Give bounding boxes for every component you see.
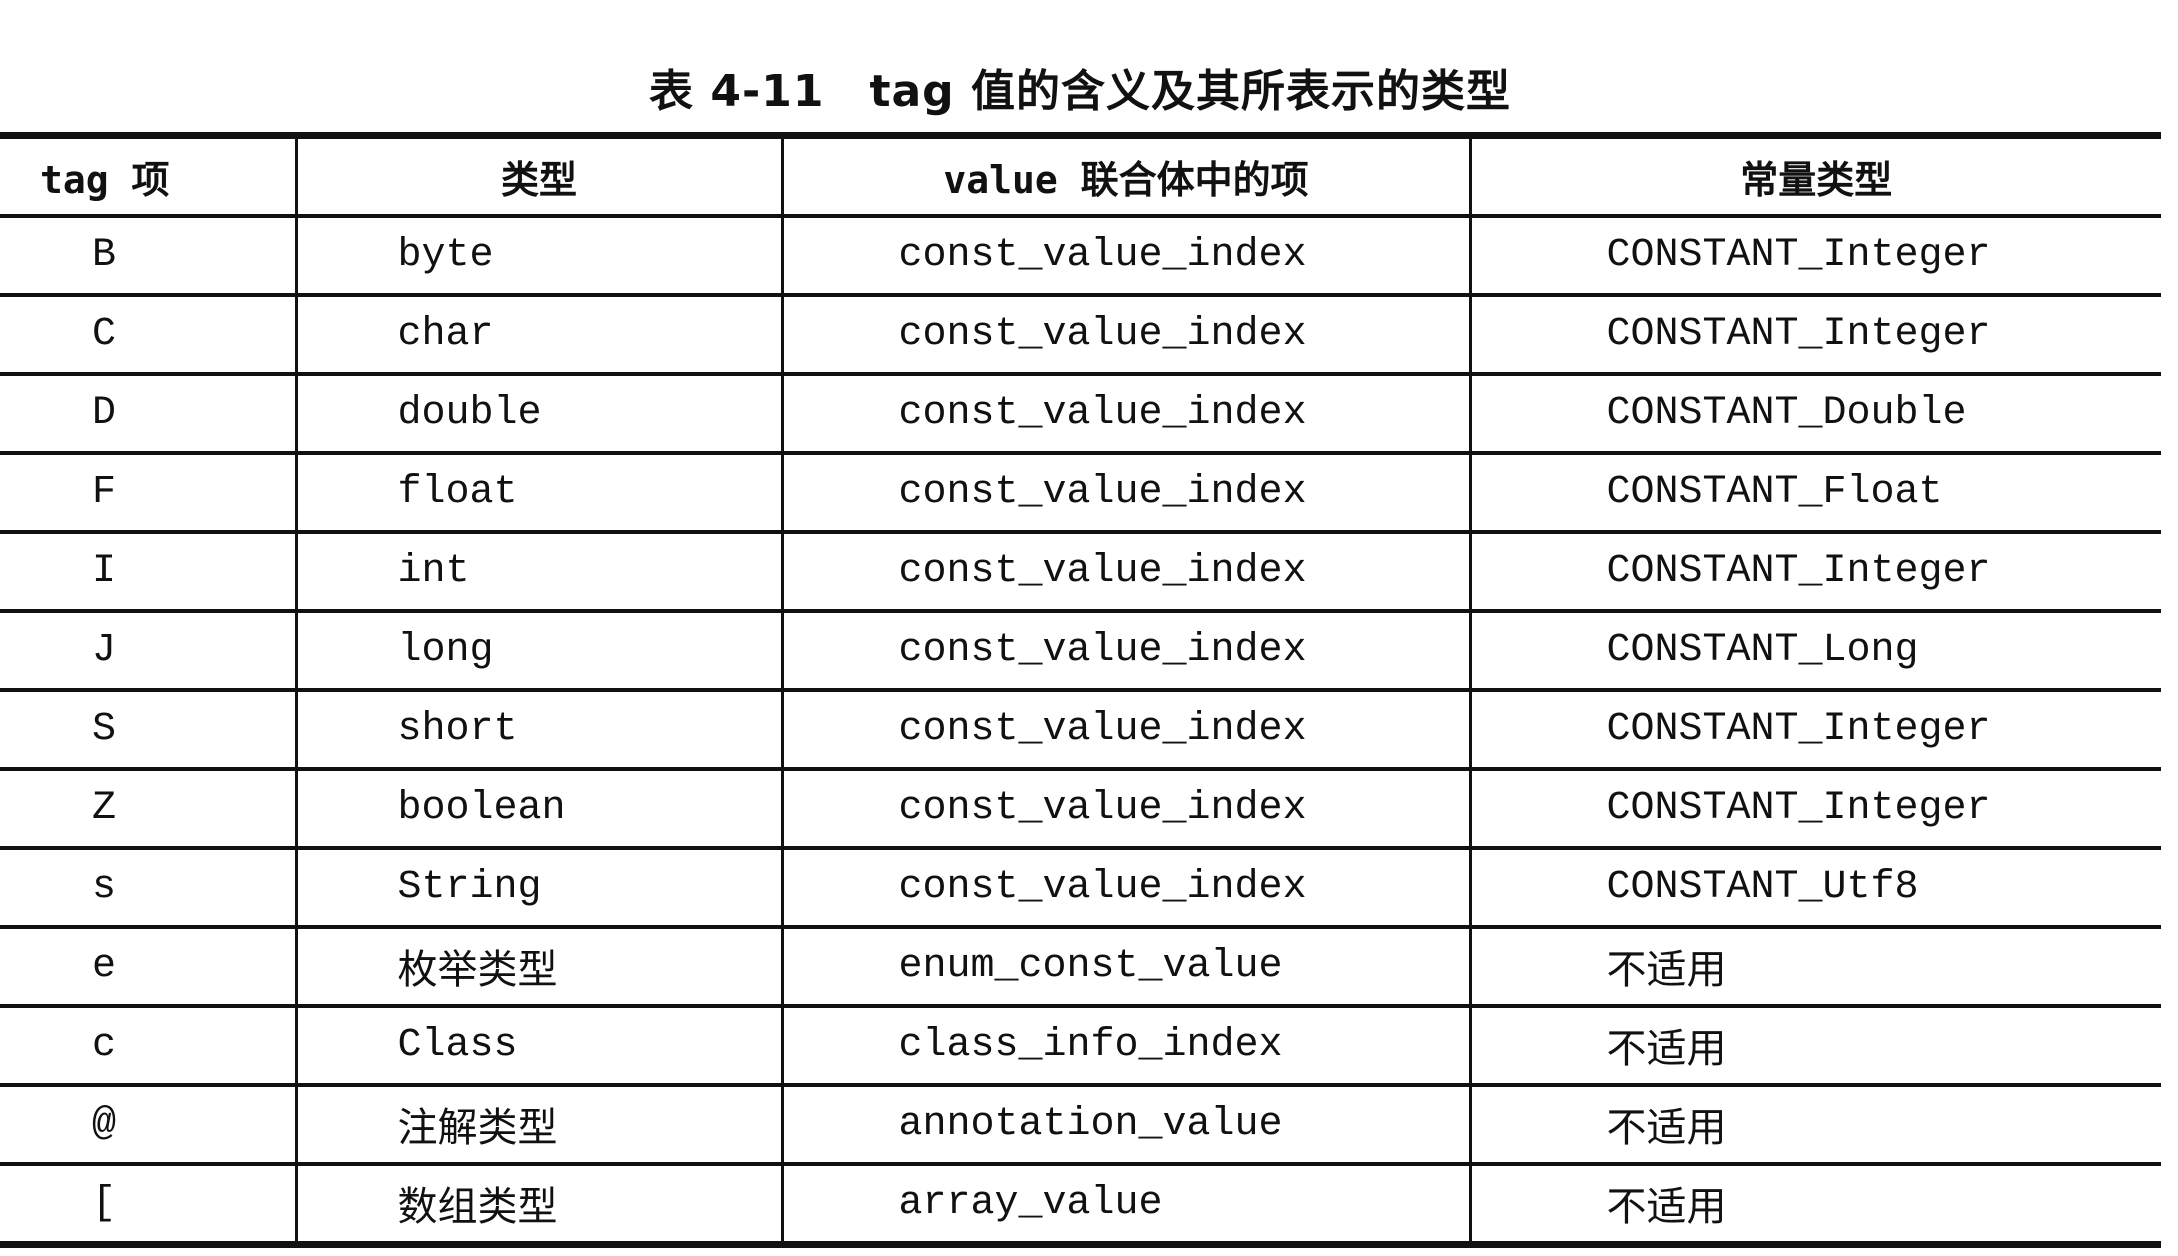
cell-tag: I — [0, 532, 296, 613]
cell-tag: [ — [92, 1181, 117, 1226]
cell-tag: B — [0, 216, 296, 297]
cell-constant-type: CONSTANT_Double — [1468, 374, 2161, 455]
cell-value-item: const_value_index — [780, 611, 1470, 692]
header-constant-type: 常量类型 — [1468, 135, 2161, 218]
cell-value-item: class_info_index — [780, 1006, 1470, 1087]
table-row: Sshort const_value_index CONSTANT_Integer — [0, 690, 2161, 771]
cell-value-item: const_value_index — [780, 295, 1470, 376]
cell-constant-type: 不适用 — [1468, 927, 2161, 1008]
table-row: c Class class_info_index 不适用 — [0, 1006, 2161, 1087]
cell-value-item: annotation_value — [780, 1085, 1470, 1166]
cell-type: 枚举类型 — [294, 927, 782, 1008]
header-type: 类型 — [294, 135, 782, 218]
cell-type: float — [294, 453, 782, 534]
cell-tag: Z — [0, 769, 296, 850]
table-row: e 枚举类型 enum_const_value 不适用 — [0, 927, 2161, 1008]
table-row: [ 数组类型 array_value 不适用 — [0, 1164, 2161, 1245]
cell-type: byte — [294, 216, 782, 297]
cell-type: short — [294, 690, 782, 771]
cell-value-item: const_value_index — [780, 848, 1470, 929]
cell-tag: F — [0, 453, 296, 534]
table-row: Bbyte const_value_index CONSTANT_Integer — [0, 216, 2161, 297]
cell-constant-type: 不适用 — [1468, 1006, 2161, 1087]
cell-constant-type: CONSTANT_Float — [1468, 453, 2161, 534]
cell-constant-type: 不适用 — [1468, 1085, 2161, 1166]
cell-constant-type: CONSTANT_Long — [1468, 611, 2161, 692]
cell-type: int — [294, 532, 782, 613]
cell-type: Class — [294, 1006, 782, 1087]
cell-type: 数组类型 — [294, 1164, 782, 1245]
cell-constant-type: CONSTANT_Integer — [1468, 216, 2161, 297]
cell-value-item: const_value_index — [780, 532, 1470, 613]
cell-value-item: const_value_index — [780, 374, 1470, 455]
cell-value-item: const_value_index — [780, 690, 1470, 771]
cell-constant-type: CONSTANT_Integer — [1468, 690, 2161, 771]
cell-tag: s — [0, 848, 296, 929]
table-row: Iint const_value_index CONSTANT_Integer — [0, 532, 2161, 613]
cell-type: boolean — [294, 769, 782, 850]
table-row: Ffloat const_value_index CONSTANT_Float — [0, 453, 2161, 534]
cell-constant-type: 不适用 — [1468, 1164, 2161, 1245]
cell-type: String — [294, 848, 782, 929]
cell-tag: e — [0, 927, 296, 1008]
header-tag: tag 项 — [0, 135, 296, 218]
cell-type: long — [294, 611, 782, 692]
cell-value-item: const_value_index — [780, 769, 1470, 850]
cell-type: 注解类型 — [294, 1085, 782, 1166]
cell-tag: @ — [0, 1085, 296, 1166]
table-row: Cchar const_value_index CONSTANT_Integer — [0, 295, 2161, 376]
cell-tag: J — [0, 611, 296, 692]
cell-value-item: array_value — [780, 1164, 1470, 1245]
header-row: tag 项 类型 value 联合体中的项 常量类型 — [0, 135, 2161, 218]
cell-constant-type: CONSTANT_Integer — [1468, 295, 2161, 376]
cell-value-item: enum_const_value — [780, 927, 1470, 1008]
cell-tag: D — [0, 374, 296, 455]
cell-tag: C — [0, 295, 296, 376]
cell-value-item: const_value_index — [780, 453, 1470, 534]
tag-value-table: tag 项 类型 value 联合体中的项 常量类型 Bbyte const_va… — [0, 132, 2161, 1248]
table-row: s String const_value_index CONSTANT_Utf8 — [0, 848, 2161, 929]
cell-constant-type: CONSTANT_Integer — [1468, 532, 2161, 613]
header-value-item: value 联合体中的项 — [780, 135, 1470, 218]
cell-constant-type: CONSTANT_Utf8 — [1468, 848, 2161, 929]
cell-type: double — [294, 374, 782, 455]
cell-constant-type: CONSTANT_Integer — [1468, 769, 2161, 850]
table-row: @ 注解类型 annotation_value 不适用 — [0, 1085, 2161, 1166]
table-row: Zboolean const_value_index CONSTANT_Intege… — [0, 769, 2161, 850]
cell-tag: c — [0, 1006, 296, 1087]
table-caption: 表 4-11 tag 值的含义及其所表示的类型 — [649, 66, 1511, 117]
table-row: Ddouble const_value_index CONSTANT_Double — [0, 374, 2161, 455]
cell-value-item: const_value_index — [780, 216, 1470, 297]
cell-tag: S — [0, 690, 296, 771]
cell-type: char — [294, 295, 782, 376]
table-row: Jlong const_value_index CONSTANT_Long — [0, 611, 2161, 692]
